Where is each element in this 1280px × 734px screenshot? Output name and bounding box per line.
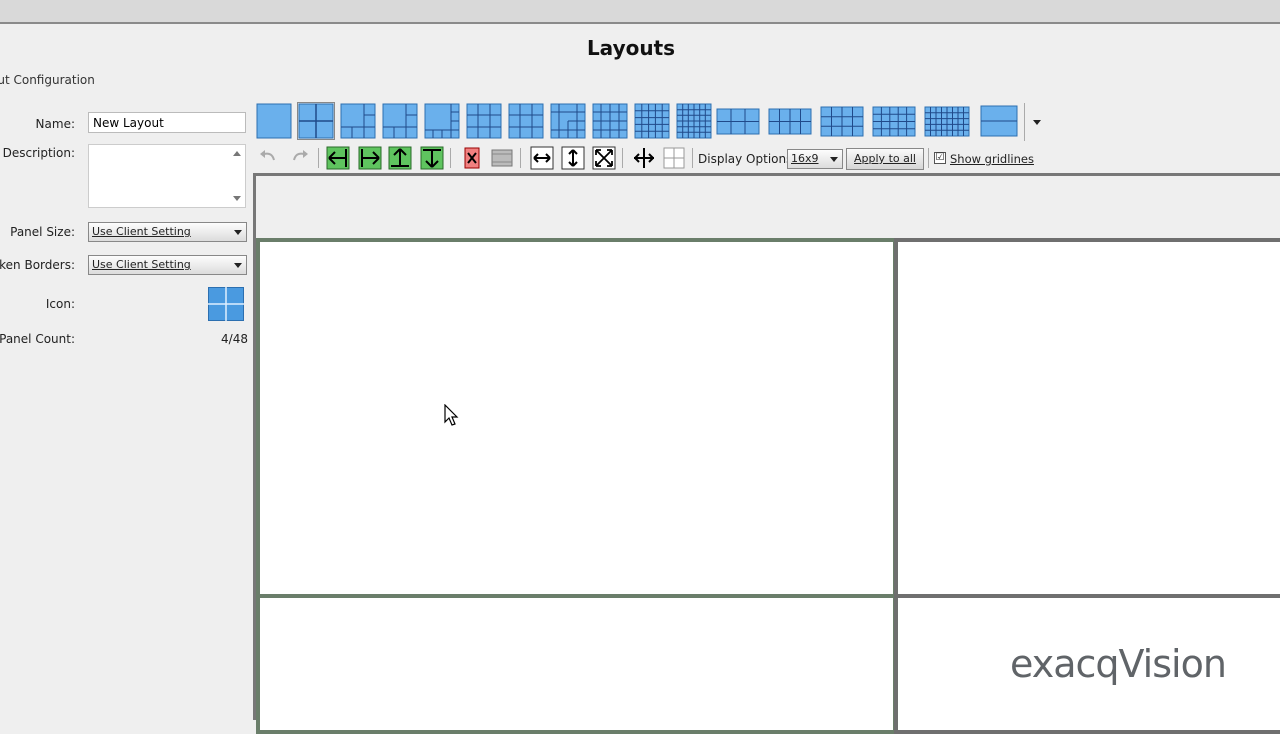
layout-1plus7-icon[interactable] [424, 103, 460, 139]
panel-size-select[interactable]: Use Client Setting [88, 222, 247, 242]
layout-wide-32-icon[interactable] [924, 103, 970, 139]
redo-icon[interactable] [288, 146, 312, 170]
layout-panel-1[interactable] [256, 238, 897, 599]
extend-left-icon[interactable] [326, 146, 350, 170]
sunken-borders-label: unken Borders: [0, 258, 75, 272]
toolbar-separator [318, 148, 319, 168]
mouse-cursor-icon [444, 404, 459, 426]
layout-wide-6-icon[interactable] [716, 103, 760, 139]
icon-label: Icon: [45, 297, 75, 311]
extend-up-icon[interactable] [388, 146, 412, 170]
layout-1plus8-icon[interactable] [508, 103, 544, 139]
layout-wide-12-icon[interactable] [820, 103, 864, 139]
page-title: Layouts [586, 36, 676, 60]
chevron-down-icon [234, 230, 242, 235]
exacqvision-logo: exacqVision [1010, 642, 1227, 686]
layout-wide-8-icon[interactable] [768, 103, 812, 139]
sunken-borders-select[interactable]: Use Client Setting [88, 255, 247, 275]
chevron-down-icon [830, 157, 838, 162]
layout-5x5-icon[interactable] [634, 103, 670, 139]
delete-panel-icon[interactable] [460, 146, 484, 170]
layout-1plus12-icon[interactable] [550, 103, 586, 139]
extend-down-icon[interactable] [420, 146, 444, 170]
chevron-down-icon [1033, 120, 1041, 125]
display-options-label: Display Options: [698, 152, 797, 166]
split-panels-icon[interactable] [662, 146, 686, 170]
toolbar-separator [622, 148, 623, 168]
clear-panel-icon[interactable] [490, 146, 514, 170]
layout-3x3-icon[interactable] [466, 103, 502, 139]
sunken-borders-value: Use Client Setting [92, 258, 191, 271]
layout-2x2-icon[interactable] [297, 102, 335, 140]
layout-canvas [256, 176, 1280, 734]
layout-panel-3[interactable] [256, 594, 897, 734]
name-label: Name: [35, 117, 75, 131]
section-label: out Configuration [0, 73, 95, 87]
toolbar-separator [692, 148, 693, 168]
undo-icon[interactable] [256, 146, 280, 170]
stretch-vertical-icon[interactable] [561, 146, 585, 170]
chevron-down-icon [234, 263, 242, 268]
panel-count-value: 4/48 [221, 332, 248, 346]
description-textarea[interactable] [88, 144, 246, 208]
stretch-all-icon[interactable] [592, 146, 616, 170]
scroll-down-icon[interactable] [233, 196, 241, 201]
merge-panels-icon[interactable] [632, 146, 656, 170]
aspect-ratio-value: 16x9 [791, 152, 819, 165]
layout-icon-preview[interactable] [208, 287, 244, 321]
layout-panel-2[interactable] [894, 238, 1280, 599]
description-label: Description: [2, 146, 75, 160]
layout-1x1-icon[interactable] [256, 103, 292, 139]
layout-1plus5-icon[interactable] [382, 103, 418, 139]
show-gridlines-checkbox[interactable]: ☑ [934, 152, 946, 164]
layout-wide-16-icon[interactable] [872, 103, 916, 139]
panel-size-label: Panel Size: [10, 225, 75, 239]
layout-1plus3-icon[interactable] [340, 103, 376, 139]
show-gridlines-label[interactable]: Show gridlines [950, 152, 1034, 166]
layout-wide-2-icon[interactable] [980, 103, 1018, 139]
panel-size-value: Use Client Setting [92, 225, 191, 238]
toolbar-separator [520, 148, 521, 168]
aspect-ratio-select[interactable]: 16x9 [787, 149, 843, 169]
panel-count-label: Panel Count: [0, 332, 75, 346]
layout-6x6-icon[interactable] [676, 103, 712, 139]
layout-4x4-icon[interactable] [592, 103, 628, 139]
top-strip [0, 0, 1280, 24]
more-layouts-dropdown[interactable] [1024, 103, 1047, 141]
toolbar-separator [450, 148, 451, 168]
apply-to-all-button[interactable]: Apply to all [846, 148, 924, 170]
toolbar-separator [928, 148, 929, 168]
scroll-up-icon[interactable] [233, 151, 241, 156]
stretch-horizontal-icon[interactable] [530, 146, 554, 170]
extend-right-icon[interactable] [358, 146, 382, 170]
name-input[interactable] [88, 112, 246, 133]
